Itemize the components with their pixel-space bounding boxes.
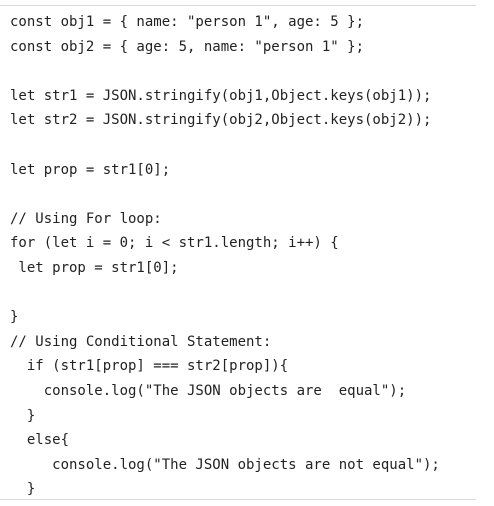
code-line-19: console.log("The JSON objects are not eq… [10,456,440,473]
code-line-11: let prop = str1[0]; [10,259,179,276]
code-line-14: // Using Conditional Statement: [10,333,272,350]
code-line-10: for (let i = 0; i < str1.length; i++) { [10,235,339,252]
code-line-18: else{ [10,432,70,449]
code-line-5: let str2 = JSON.stringify(obj2,Object.ke… [10,112,432,129]
code-line-7: let prop = str1[0]; [10,161,171,178]
code-line-17: } [10,407,36,424]
code-line-2: const obj2 = { age: 5, name: "person 1" … [10,38,365,55]
code-line-15: if (str1[prop] === str2[prop]){ [10,358,289,375]
code-line-20: } [10,481,36,498]
code-line-1: const obj1 = { name: "person 1", age: 5 … [10,14,365,30]
code-line-4: let str1 = JSON.stringify(obj1,Object.ke… [10,87,432,104]
code-line-13: } [10,309,19,326]
code-block: const obj1 = { name: "person 1", age: 5 … [0,5,476,500]
code-line-9: // Using For loop: [10,210,162,227]
code-line-16: console.log("The JSON objects are equal"… [10,382,407,399]
code-lines: const obj1 = { name: "person 1", age: 5 … [10,10,470,497]
